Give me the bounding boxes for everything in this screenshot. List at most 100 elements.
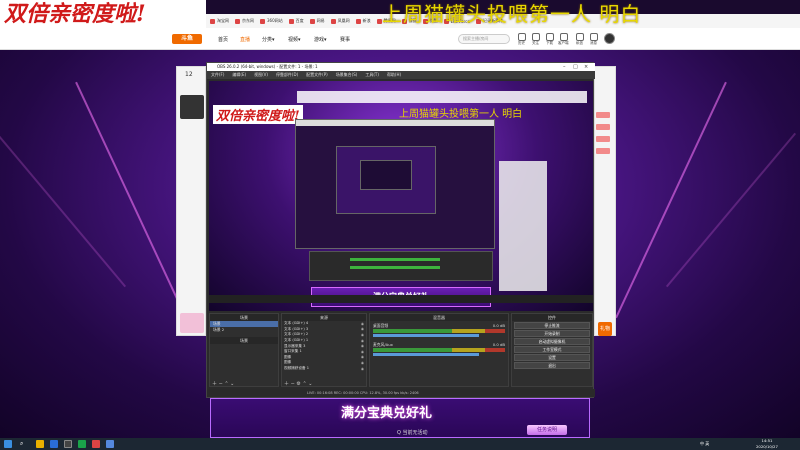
studio-mode-button[interactable]: 工作室模式 (514, 346, 590, 353)
eye-icon[interactable]: ◉ (361, 322, 364, 326)
bookmark-item[interactable]: 京东网 (235, 18, 254, 24)
notification-label: 消息 (590, 41, 597, 45)
right-side-panel (594, 66, 616, 336)
message-label: 私信 (576, 41, 583, 45)
message-icon[interactable] (576, 33, 584, 41)
tag-badge (596, 136, 610, 142)
nav-category[interactable]: 分类▾ (262, 36, 275, 43)
bookmark-item[interactable]: 淘宝网 (210, 18, 229, 24)
source-item[interactable]: 视频捕获设备 1 ◉ (282, 366, 366, 372)
settings-button[interactable]: 设置 (514, 354, 590, 361)
scenes-dock-title: 场景 (210, 314, 278, 321)
bookmark-item[interactable]: 百度 (288, 18, 304, 24)
eye-icon[interactable]: ◉ (361, 355, 364, 359)
sources-dock: 来源 文本 (GDI+) 4 ◉ 文本 (GDI+) 3 ◉ 文本 (GDI+) 2… (281, 313, 367, 387)
mixer-dock: 混音器 桌面音频 0.0 dB 麦克风/Aux 0.0 dB (369, 313, 509, 387)
streamer-avatar[interactable] (180, 95, 204, 119)
tag-badge (596, 112, 610, 118)
minimize-icon[interactable]: – (563, 64, 566, 70)
nested-side-panel (499, 161, 547, 291)
user-avatar[interactable] (604, 33, 615, 44)
tray-language[interactable]: 中 英 (700, 440, 709, 448)
menu-docks[interactable]: 停靠部件(D) (276, 71, 298, 79)
scenes-dock: 场景 场景 场景 2 场景 ＋ − ⌃ ⌄ (209, 313, 279, 387)
nested-obs-docks (309, 251, 493, 281)
volume-slider[interactable] (373, 334, 479, 337)
client-icon[interactable] (560, 33, 568, 41)
search-icon[interactable]: ⌕ (20, 440, 30, 448)
app-icon[interactable] (92, 440, 100, 448)
scene-add-icon[interactable]: ＋ − ⌃ ⌄ (212, 380, 234, 387)
eye-icon[interactable]: ◉ (361, 333, 364, 337)
obs-menu-bar: 文件(F) 编辑(E) 视图(V) 停靠部件(D) 配置文件(P) 场景集合(S… (207, 71, 595, 79)
follow-icon[interactable] (532, 33, 540, 41)
obs-preview[interactable]: 双倍亲密度啦! 上周猫罐头投喂第一人 明白 满分宝典兑好礼 (209, 81, 593, 311)
task-info-button[interactable]: 任务说明 (527, 425, 567, 435)
controls-dock-title: 控件 (512, 314, 592, 321)
eye-icon[interactable]: ◉ (361, 344, 364, 348)
bookmark-item[interactable]: 网易 (309, 18, 325, 24)
site-header: 斗鱼 首页 直播 分类▾ 视频▾ 游戏▾ 赛事 搜索主播/房间 历史 关注 下载… (0, 28, 800, 50)
eye-icon[interactable]: ◉ (361, 339, 364, 343)
scene-item[interactable]: 场景 2 (210, 327, 278, 333)
nested-capture-1 (295, 119, 495, 249)
app-icon[interactable] (78, 440, 86, 448)
stop-streaming-button[interactable]: 停止推流 (514, 322, 590, 329)
promo-subtitle: Q 当前无活动 (397, 430, 428, 436)
nav-events[interactable]: 赛事 (340, 36, 350, 43)
menu-file[interactable]: 文件(F) (211, 71, 224, 79)
windows-taskbar: ⌕ 中 英 14:51 2020/10/27 (0, 438, 800, 450)
nav-video[interactable]: 视频▾ (288, 36, 301, 43)
volume-slider[interactable] (373, 353, 479, 356)
menu-view[interactable]: 视图(V) (254, 71, 268, 79)
obs-title-bar: OBS 26.0.2 (64-bit, windows) - 配置文件: 1 -… (207, 63, 595, 71)
obs-taskbar-icon[interactable] (64, 440, 72, 448)
menu-edit[interactable]: 编辑(E) (232, 71, 246, 79)
gift-button[interactable]: 礼物 (598, 322, 612, 336)
overlay-banner-right: 上周猫罐头投喂第一人 明白 (382, 2, 642, 26)
nav-home[interactable]: 首页 (218, 36, 228, 43)
volume-meter (373, 329, 505, 333)
start-recording-button[interactable]: 开始录制 (514, 330, 590, 337)
eye-icon[interactable]: ◉ (361, 350, 364, 354)
eye-icon[interactable]: ◉ (361, 367, 364, 371)
close-icon[interactable]: × (584, 64, 588, 70)
source-add-icon[interactable]: ＋ − ⚙ ⌃ ⌄ (284, 380, 312, 387)
file-explorer-icon[interactable] (36, 440, 44, 448)
start-icon[interactable] (4, 440, 12, 448)
menu-profile[interactable]: 配置文件(P) (306, 71, 328, 79)
browser-icon[interactable] (50, 440, 58, 448)
client-label: 客户端 (558, 41, 569, 45)
fan-badge-icon[interactable] (180, 313, 204, 333)
download-label: 下载 (546, 41, 553, 45)
menu-tools[interactable]: 工具(T) (365, 71, 379, 79)
exit-button[interactable]: 退出 (514, 362, 590, 369)
download-icon[interactable] (546, 33, 554, 41)
tag-badge (596, 148, 610, 154)
history-icon[interactable] (518, 33, 526, 41)
tray-date: 2020/10/27 (756, 444, 778, 449)
nav-live[interactable]: 直播 (240, 36, 250, 43)
mixer-dock-title: 混音器 (370, 314, 508, 321)
virtual-camera-button[interactable]: 启动虚拟摄像机 (514, 338, 590, 345)
preview-banner-right: 上周猫罐头投喂第一人 明白 (399, 109, 523, 120)
obs-status-bar: LIVE: 00:16:08 REC: 00:00:00 CPU: 12.8%,… (207, 389, 595, 397)
eye-icon[interactable]: ◉ (361, 361, 364, 365)
nested-browser-bar (297, 91, 587, 103)
site-logo[interactable]: 斗鱼 (172, 34, 202, 44)
nav-game[interactable]: 游戏▾ (314, 36, 327, 43)
bookmark-item[interactable]: 新浪 (355, 18, 371, 24)
menu-help[interactable]: 帮助(H) (387, 71, 401, 79)
search-input[interactable]: 搜索主播/房间 (458, 34, 510, 44)
bookmark-item[interactable]: 360网站 (260, 18, 283, 24)
eye-icon[interactable]: ◉ (361, 327, 364, 331)
promo-banner: 满分宝典兑好礼 Q 当前无活动 任务说明 (210, 398, 590, 438)
preview-banner-left: 双倍亲密度啦! (213, 105, 303, 124)
tray-clock[interactable]: 14:51 2020/10/27 (756, 438, 778, 450)
notification-icon[interactable] (590, 33, 598, 41)
scene-label: 场景 (210, 337, 278, 344)
app-icon[interactable] (106, 440, 114, 448)
maximize-icon[interactable]: □ (573, 64, 578, 70)
bookmark-item[interactable]: 凤凰网 (330, 18, 350, 24)
menu-scene-collection[interactable]: 场景集合(S) (336, 71, 358, 79)
